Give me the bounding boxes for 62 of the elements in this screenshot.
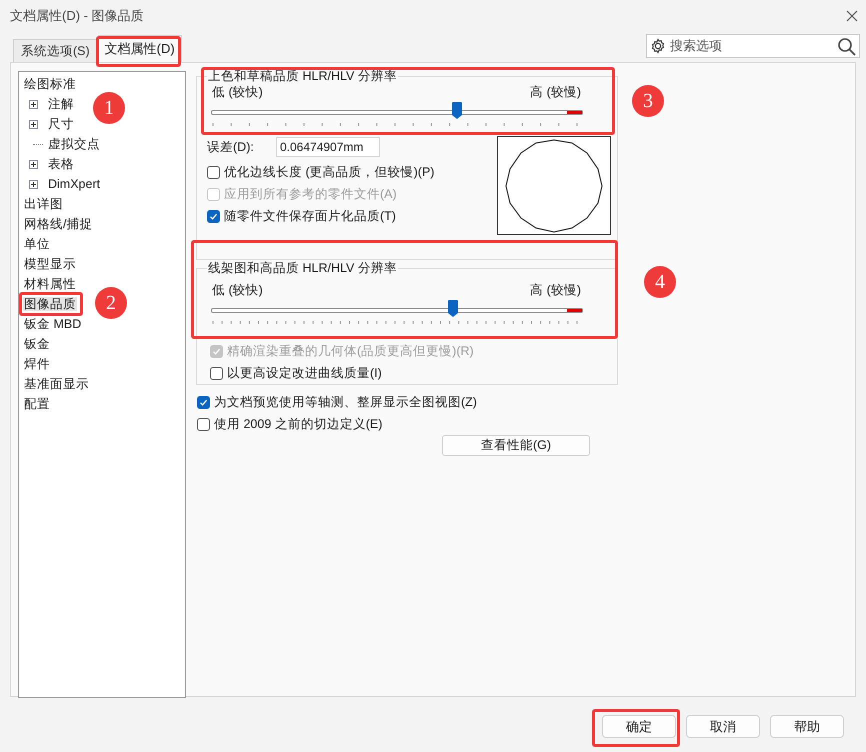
slider-thumb[interactable] xyxy=(448,300,458,317)
warning-zone xyxy=(567,309,582,312)
tree-item[interactable]: 表格 xyxy=(47,157,75,171)
tree-item[interactable]: 出详图 xyxy=(23,197,64,211)
slider-track[interactable] xyxy=(211,102,583,120)
error-field[interactable]: 0.06474907mm xyxy=(276,137,380,157)
tree-item[interactable]: 材料属性 xyxy=(23,277,77,291)
checkbox-label: 为文档预览使用等轴测、整屏显示全图视图(Z) xyxy=(214,394,477,411)
slider-track[interactable] xyxy=(211,300,583,318)
expand-icon[interactable] xyxy=(29,180,38,188)
checkbox[interactable] xyxy=(207,166,220,178)
highlight-frame xyxy=(19,292,83,316)
dialog-button[interactable]: 帮助 xyxy=(770,715,844,738)
tree-item[interactable]: 钣金 xyxy=(23,337,51,351)
tree-item[interactable]: 配置 xyxy=(23,397,51,411)
settings-icon[interactable] xyxy=(650,38,666,54)
expand-icon[interactable] xyxy=(29,160,38,168)
warning-zone xyxy=(567,111,582,114)
checkbox-label: 优化边线长度 (更高品质，但较慢)(P) xyxy=(224,164,434,181)
tree-item[interactable]: 绘图标准 xyxy=(23,77,77,91)
search-input[interactable]: 搜索选项 xyxy=(670,36,833,56)
tree-item[interactable]: 尺寸 xyxy=(47,117,75,131)
window-title: 文档属性(D) - 图像品质 xyxy=(10,7,144,26)
checkbox[interactable] xyxy=(197,396,210,408)
tree-item[interactable]: 模型显示 xyxy=(23,257,77,271)
low-label: 低 (较快) xyxy=(212,84,263,101)
checkbox[interactable] xyxy=(207,210,220,222)
search-field[interactable]: 搜索选项 xyxy=(646,34,860,58)
dialog-button[interactable]: 确定 xyxy=(602,715,676,738)
low-label: 低 (较快) xyxy=(212,282,263,299)
tree-item[interactable]: DimXpert xyxy=(47,177,102,191)
check-icon xyxy=(199,398,208,406)
tree-item[interactable]: 网格线/捕捉 xyxy=(23,217,94,231)
tree-item[interactable]: 钣金 MBD xyxy=(23,317,82,331)
slider-thumb[interactable] xyxy=(452,102,462,119)
tree-item[interactable]: 单位 xyxy=(23,237,51,251)
tree-item[interactable]: 基准面显示 xyxy=(23,377,90,391)
performance-button[interactable]: 查看性能(G) xyxy=(442,435,590,456)
checkbox-label: 应用到所有参考的零件文件(A) xyxy=(224,186,397,203)
high-label: 高 (较慢) xyxy=(530,282,581,299)
checkbox-label: 使用 2009 之前的切边定义(E) xyxy=(214,416,382,433)
tree-item[interactable]: 注解 xyxy=(47,97,75,111)
high-label: 高 (较慢) xyxy=(530,84,581,101)
checkbox[interactable] xyxy=(197,418,210,430)
dialog-button[interactable]: 取消 xyxy=(686,715,760,738)
expand-icon[interactable] xyxy=(29,100,38,108)
tab[interactable]: 系统选项(S) xyxy=(13,39,98,62)
tree-item[interactable]: 图像品质 xyxy=(23,297,77,311)
check-icon xyxy=(209,212,218,220)
tree-item[interactable]: 焊件 xyxy=(23,357,51,371)
close-icon[interactable] xyxy=(846,10,858,22)
group-title: 上色和草稿品质 HLR/HLV 分辨率 xyxy=(207,69,398,83)
check-icon xyxy=(212,346,221,356)
checkbox-label: 以更高设定改进曲线质量(I) xyxy=(227,364,382,382)
checkbox-label: 随零件文件保存面片化品质(T) xyxy=(224,208,396,225)
group-title: 线架图和高品质 HLR/HLV 分辨率 xyxy=(207,261,398,275)
tree-item[interactable]: 虚拟交点 xyxy=(47,137,101,151)
error-label: 误差(D): xyxy=(207,138,255,156)
expand-icon[interactable] xyxy=(29,120,38,128)
search-icon[interactable] xyxy=(837,36,856,56)
checkbox-label: 精确渲染重叠的几何体(品质更高但更慢)(R) xyxy=(227,342,474,360)
checkbox[interactable] xyxy=(210,366,223,380)
